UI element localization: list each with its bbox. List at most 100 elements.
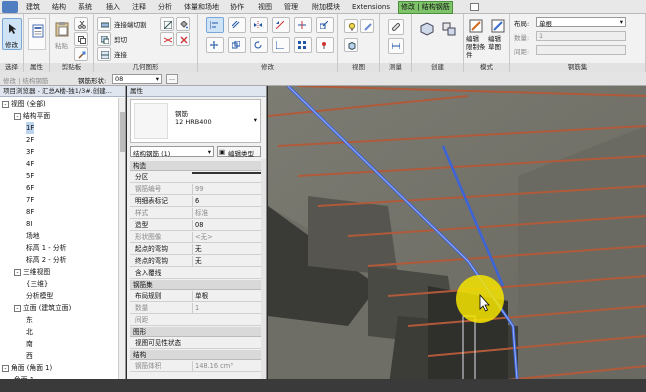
tree-item[interactable]: 东 [26, 314, 33, 326]
properties-section-header[interactable]: 钢筋集 [130, 280, 261, 290]
pin-button[interactable] [316, 37, 334, 53]
tree-item[interactable]: 2F [26, 134, 34, 146]
tab-addins[interactable]: 附加模块 [310, 2, 342, 13]
tab-analyze[interactable]: 分析 [156, 2, 174, 13]
split-face-button[interactable] [160, 17, 174, 31]
mirror-axis-button[interactable] [250, 17, 268, 33]
tree-collapse-icon[interactable]: - [2, 365, 9, 372]
cope-label[interactable]: 连接端切割 [114, 19, 147, 29]
tree-item[interactable]: 西 [26, 350, 33, 362]
move-button[interactable] [206, 37, 224, 53]
edit-constraints-button[interactable]: 编辑 限制条件 [466, 17, 486, 59]
match-type-button[interactable] [74, 47, 88, 61]
properties-button[interactable] [28, 18, 46, 50]
tab-manage[interactable]: 管理 [282, 2, 300, 13]
scale-button[interactable] [316, 17, 334, 33]
view-selection-button[interactable] [344, 38, 358, 52]
property-row[interactable]: 间距 [130, 315, 261, 326]
tab-collaborate[interactable]: 协作 [228, 2, 246, 13]
property-value[interactable]: 08 [192, 220, 261, 231]
property-row[interactable]: 含入覆线编辑... [130, 268, 261, 279]
property-value[interactable]: 标准 [192, 208, 261, 219]
tab-massing-site[interactable]: 体量和场地 [182, 2, 221, 13]
rebar-shape-browse-button[interactable]: … [166, 74, 178, 84]
tab-annotate[interactable]: 注释 [130, 2, 148, 13]
properties-section-header[interactable]: 结构 [130, 350, 261, 360]
copy-button[interactable] [74, 32, 88, 46]
property-row[interactable]: 样式 标准 [130, 208, 261, 219]
tree-item[interactable]: - 三维视图 [14, 266, 50, 278]
tab-view[interactable]: 视图 [256, 2, 274, 13]
join-button[interactable] [97, 47, 111, 61]
paste-button[interactable]: 粘贴 [53, 18, 71, 50]
edit-sketch-button[interactable]: 编辑 草图 [488, 17, 508, 59]
app-menu-icon[interactable] [2, 1, 18, 13]
tree-item[interactable]: 3F [26, 146, 34, 158]
override-graphics-button[interactable] [360, 19, 374, 33]
tab-architecture[interactable]: 建筑 [24, 2, 42, 13]
trim-button[interactable] [272, 37, 290, 53]
3d-view-canvas[interactable] [268, 86, 646, 392]
modify-button[interactable]: 修改 [2, 18, 22, 50]
tree-item[interactable]: 场地 [26, 230, 40, 242]
create-group-button[interactable] [440, 18, 458, 48]
tree-item[interactable]: {三维} [26, 278, 48, 290]
tree-collapse-icon[interactable]: - [2, 101, 9, 108]
tree-item[interactable]: 5F [26, 170, 34, 182]
tab-modify-structural-rebar[interactable]: 修改 | 结构钢筋 [398, 1, 453, 14]
rotate-button[interactable] [250, 37, 268, 53]
property-value[interactable]: <无> [192, 232, 261, 243]
properties-section-header[interactable]: 构造 [130, 161, 261, 171]
tab-extensions[interactable]: Extensions [350, 2, 392, 13]
spacing-input[interactable] [536, 45, 626, 55]
paint-button[interactable] [176, 17, 190, 31]
cut-geometry-button[interactable] [97, 32, 111, 46]
tree-item[interactable]: 标高 1 - 分析 [26, 242, 66, 254]
offset-button[interactable] [228, 17, 246, 33]
property-value[interactable]: 单根 [192, 291, 261, 302]
tab-insert[interactable]: 插入 [104, 2, 122, 13]
cope-join-button[interactable] [97, 17, 111, 31]
align-button[interactable] [206, 17, 224, 33]
join-label[interactable]: 连接 [114, 49, 127, 59]
tab-structure[interactable]: 结构 [50, 2, 68, 13]
tree-item[interactable]: - 立面 (建筑立面) [14, 302, 71, 314]
tree-item[interactable]: 分析模型 [26, 290, 53, 302]
tree-item[interactable]: 8F [26, 206, 34, 218]
property-row[interactable]: 造型 08 [130, 220, 261, 231]
measure-button[interactable] [388, 19, 404, 35]
array-button[interactable] [294, 37, 312, 53]
hide-in-view-button[interactable] [344, 19, 358, 33]
property-row[interactable]: 钢筋体积 148.16 cm³ [130, 361, 261, 372]
tree-item[interactable]: 标高 2 - 分析 [26, 254, 66, 266]
property-row[interactable]: 起点的弯钩 无 [130, 244, 261, 255]
property-value[interactable]: 6 [192, 196, 261, 207]
tree-collapse-icon[interactable]: - [14, 113, 21, 120]
property-row[interactable]: 终点的弯钩 无 [130, 256, 261, 267]
browser-scrollbar-thumb[interactable] [120, 112, 125, 152]
property-row[interactable]: 视图可见性状态编辑... [130, 338, 261, 349]
property-value[interactable]: 无 [192, 256, 261, 267]
create-assembly-button[interactable] [418, 18, 436, 48]
properties-section-header[interactable]: 图形 [130, 327, 261, 337]
quantity-input[interactable]: 1 [536, 31, 626, 41]
tree-collapse-icon[interactable]: - [14, 269, 21, 276]
tree-item[interactable]: - 结构平面 [14, 110, 50, 122]
property-value[interactable]: 1 [192, 303, 261, 314]
property-value[interactable] [192, 172, 261, 174]
tree-item[interactable]: 6F [26, 182, 34, 194]
layout-select[interactable]: 单根 ▾ [536, 17, 626, 28]
tab-systems[interactable]: 系统 [76, 2, 94, 13]
rebar-shape-select[interactable]: 08 ▾ [112, 74, 162, 84]
property-row[interactable]: 布局规则 单根 [130, 291, 261, 302]
mirror-draw-button[interactable] [272, 17, 290, 33]
split-button[interactable] [294, 17, 312, 33]
tree-item[interactable]: - 视图 (全部) [2, 98, 46, 110]
ribbon-toggle-icon[interactable] [470, 3, 479, 11]
type-selector[interactable]: 钢筋 12 HRB400 ▾ [130, 99, 261, 143]
copy-element-button[interactable] [228, 37, 246, 53]
dimension-button[interactable] [388, 38, 404, 54]
browser-scrollbar[interactable] [118, 98, 125, 392]
properties-scrollbar[interactable] [261, 159, 266, 392]
property-value[interactable]: 无 [192, 244, 261, 255]
